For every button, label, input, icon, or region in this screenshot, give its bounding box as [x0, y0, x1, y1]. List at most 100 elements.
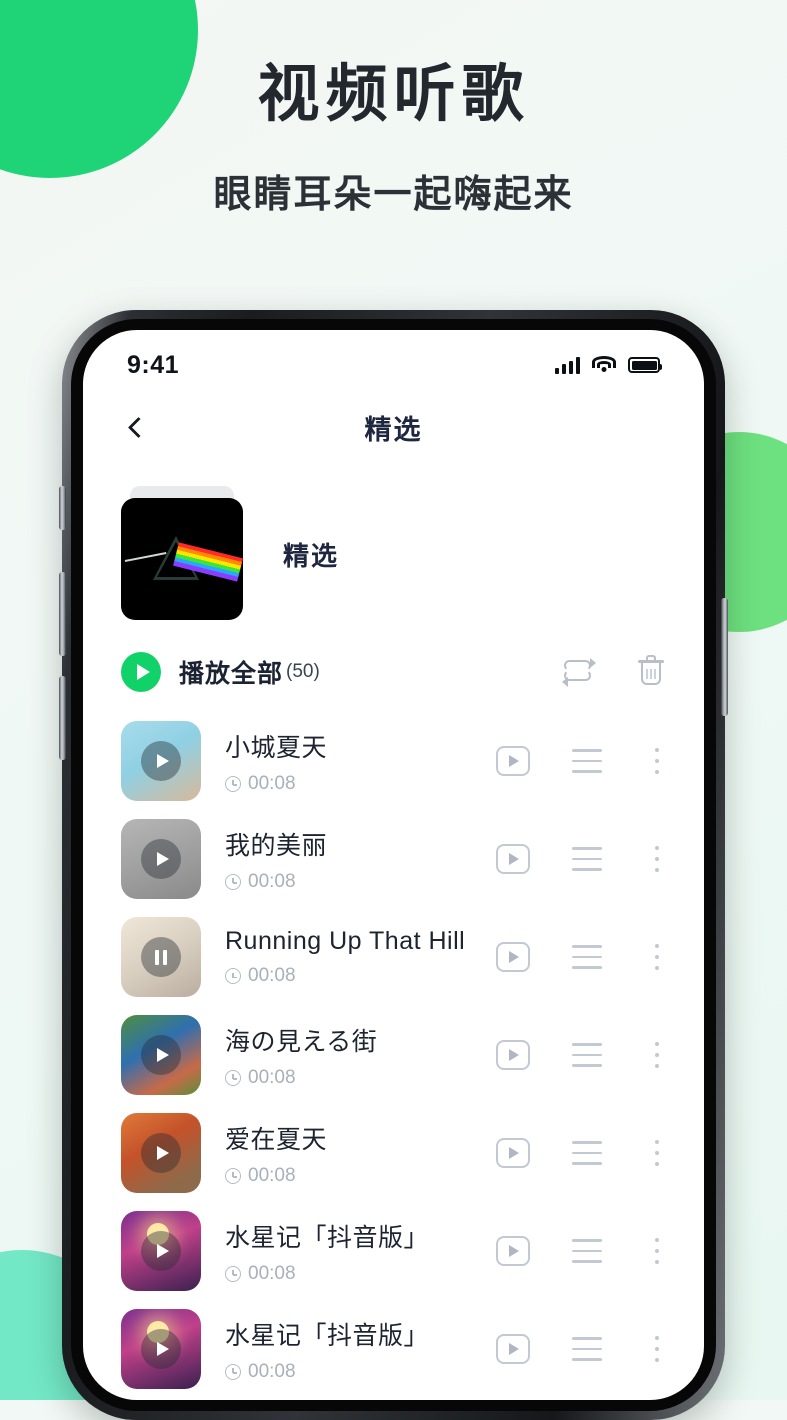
battery-full-icon	[628, 357, 662, 373]
song-title: 小城夏天	[225, 733, 328, 762]
song-info: 小城夏天 00:08	[225, 728, 496, 795]
album-cover[interactable]	[121, 486, 243, 622]
more-vertical-icon[interactable]	[648, 846, 666, 872]
song-row[interactable]: 水星记「抖音版」 00:08	[121, 1300, 666, 1398]
song-title: 我的美丽	[225, 831, 328, 860]
song-duration: 00:08	[225, 965, 496, 987]
repeat-icon[interactable]	[562, 655, 596, 689]
song-thumbnail[interactable]	[121, 1113, 201, 1193]
song-info: 我的美丽 00:08	[225, 826, 496, 893]
clock-icon	[225, 1167, 241, 1184]
song-actions	[496, 746, 666, 776]
more-vertical-icon[interactable]	[648, 1336, 666, 1362]
song-row[interactable]: 小城夏天 00:08	[121, 712, 666, 810]
play-all-row: 播放全部 (50)	[83, 622, 704, 712]
song-row[interactable]: 爱在夏天 00:08	[121, 1104, 666, 1202]
song-info: Running Up That Hill 00:08	[225, 927, 496, 987]
list-lines-icon[interactable]	[572, 1239, 606, 1263]
promo-subtitle: 眼睛耳朵一起嗨起来	[213, 174, 574, 217]
song-actions	[496, 1040, 666, 1070]
status-bar: 9:41	[83, 330, 704, 390]
promo-heading-block: 视频听歌 眼睛耳朵一起嗨起来	[0, 62, 787, 218]
play-all-button[interactable]	[121, 652, 161, 692]
song-duration: 00:08	[225, 871, 496, 893]
song-thumbnail[interactable]	[121, 819, 201, 899]
more-vertical-icon[interactable]	[648, 748, 666, 774]
song-row[interactable]: 我的美丽 00:08	[121, 810, 666, 908]
play-box-icon[interactable]	[496, 746, 530, 776]
more-vertical-icon[interactable]	[648, 944, 666, 970]
song-title: 海の見える街	[225, 1027, 378, 1056]
list-lines-icon[interactable]	[572, 749, 606, 773]
play-box-icon[interactable]	[496, 942, 530, 972]
chevron-left-icon	[127, 416, 150, 438]
list-lines-icon[interactable]	[572, 847, 606, 871]
song-actions	[496, 942, 666, 972]
song-title: 爱在夏天	[225, 1125, 328, 1154]
song-thumbnail[interactable]	[121, 721, 201, 801]
album-header: 精选	[83, 464, 704, 622]
phone-volume-down[interactable]	[59, 676, 66, 760]
song-duration-text: 00:08	[248, 772, 296, 794]
play-icon[interactable]	[141, 1133, 181, 1173]
song-actions	[496, 1138, 666, 1168]
song-row[interactable]: 海の見える街 00:08	[121, 1006, 666, 1104]
song-actions	[496, 1334, 666, 1364]
play-box-icon[interactable]	[496, 1138, 530, 1168]
song-thumbnail[interactable]	[121, 1309, 201, 1389]
clock-icon	[225, 775, 241, 792]
play-box-icon[interactable]	[496, 1334, 530, 1364]
clock-icon	[225, 1069, 241, 1086]
pause-icon[interactable]	[141, 937, 181, 977]
song-info: 水星记「抖音版」 00:08	[225, 1316, 496, 1383]
list-lines-icon[interactable]	[572, 945, 606, 969]
list-lines-icon[interactable]	[572, 1337, 606, 1361]
play-box-icon[interactable]	[496, 1040, 530, 1070]
song-actions	[496, 1236, 666, 1266]
back-button[interactable]	[117, 408, 155, 446]
song-duration-text: 00:08	[248, 1360, 296, 1382]
song-row[interactable]: Running Up That Hill 00:08	[121, 908, 666, 1006]
play-icon[interactable]	[141, 1035, 181, 1075]
navigation-bar: 精选	[83, 390, 704, 464]
list-lines-icon[interactable]	[572, 1141, 606, 1165]
phone-power-button[interactable]	[721, 598, 728, 716]
play-icon[interactable]	[141, 1231, 181, 1271]
play-icon[interactable]	[141, 839, 181, 879]
trash-icon[interactable]	[636, 655, 666, 689]
clock-icon	[225, 873, 241, 890]
song-info: 水星记「抖音版」 00:08	[225, 1218, 496, 1285]
song-duration-text: 00:08	[248, 1262, 296, 1284]
list-lines-icon[interactable]	[572, 1043, 606, 1067]
song-duration: 00:08	[225, 1263, 496, 1285]
clock-icon	[225, 968, 241, 984]
song-thumbnail[interactable]	[121, 1211, 201, 1291]
status-bar-indicators	[554, 356, 662, 374]
song-duration-text: 00:08	[248, 1066, 296, 1088]
song-duration-text: 00:08	[248, 1164, 296, 1186]
phone-mute-switch[interactable]	[59, 486, 66, 530]
more-vertical-icon[interactable]	[648, 1140, 666, 1166]
play-box-icon[interactable]	[496, 844, 530, 874]
song-row[interactable]: 水星记「抖音版」 00:08	[121, 1202, 666, 1300]
phone-volume-up[interactable]	[59, 572, 66, 656]
song-info: 海の見える街 00:08	[225, 1022, 496, 1089]
song-thumbnail[interactable]	[121, 917, 201, 997]
play-all-label: 播放全部	[179, 660, 284, 688]
song-title: Running Up That Hill	[225, 927, 466, 955]
more-vertical-icon[interactable]	[648, 1238, 666, 1264]
page-title: 精选	[364, 414, 423, 445]
song-duration: 00:08	[225, 1067, 496, 1089]
play-box-icon[interactable]	[496, 1236, 530, 1266]
promo-title: 视频听歌	[257, 60, 530, 129]
album-cover-prism-icon	[121, 498, 243, 620]
clock-icon	[225, 1363, 241, 1380]
more-vertical-icon[interactable]	[648, 1042, 666, 1068]
song-thumbnail[interactable]	[121, 1015, 201, 1095]
play-icon[interactable]	[141, 741, 181, 781]
song-title: 水星记「抖音版」	[225, 1321, 430, 1350]
song-duration: 00:08	[225, 1361, 496, 1383]
song-title: 水星记「抖音版」	[225, 1223, 430, 1252]
song-duration-text: 00:08	[248, 965, 296, 986]
play-icon[interactable]	[141, 1329, 181, 1369]
